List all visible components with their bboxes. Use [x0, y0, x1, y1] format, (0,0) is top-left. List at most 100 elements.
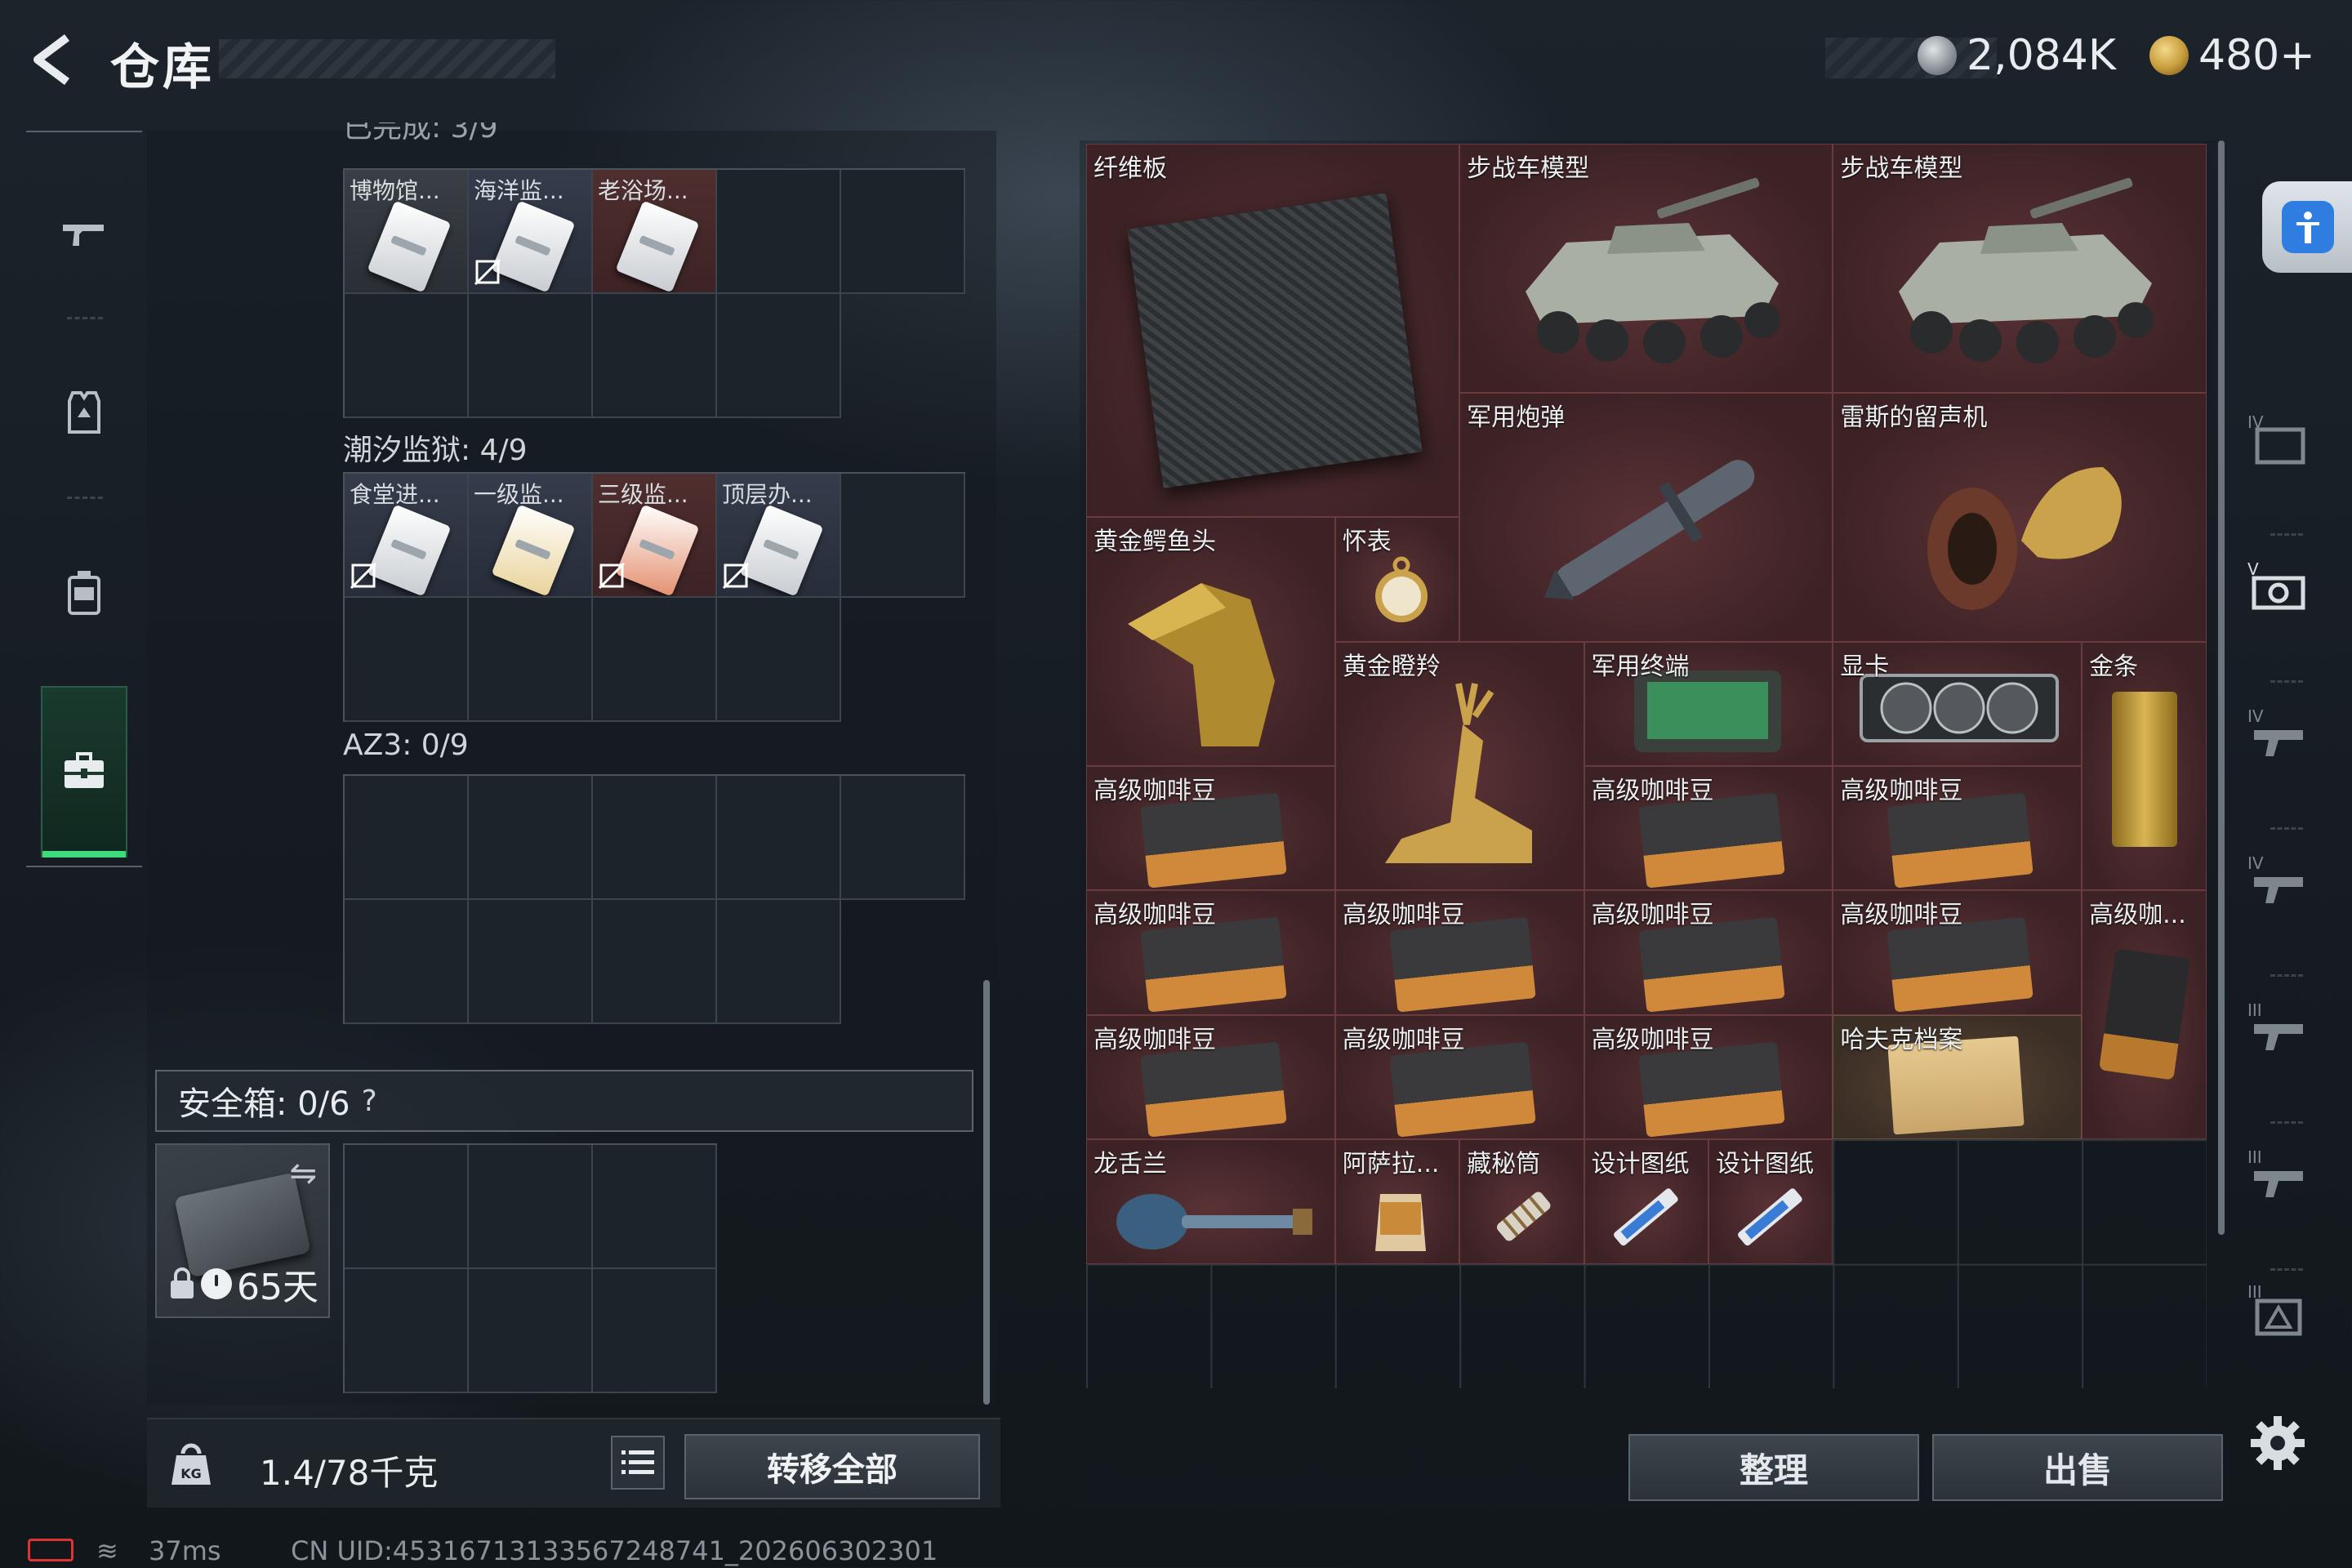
inventory-item[interactable]: 高级咖啡豆: [1334, 890, 1584, 1015]
safe-box-case[interactable]: ⇋ 65天: [155, 1143, 330, 1318]
inventory-item[interactable]: 步战车模型: [1459, 144, 1833, 393]
key-slot[interactable]: [593, 776, 717, 900]
inventory-item[interactable]: 高级咖啡豆: [1334, 1014, 1584, 1140]
inventory-item[interactable]: 军用炮弹: [1459, 392, 1833, 642]
inventory-item[interactable]: 高级咖...: [2082, 890, 2207, 1140]
inventory-item[interactable]: 龙舌兰: [1086, 1139, 1335, 1264]
key-slot[interactable]: [469, 776, 593, 900]
filter-tier-4-box[interactable]: IV: [2238, 380, 2319, 502]
key-slot[interactable]: 一级监...: [469, 474, 593, 598]
safe-slot[interactable]: [593, 1145, 717, 1269]
key-slot[interactable]: [345, 598, 469, 722]
inventory-scrollbar[interactable]: [2218, 140, 2225, 1235]
swap-icon[interactable]: ⇋: [289, 1155, 317, 1192]
inventory-item[interactable]: 高级咖啡豆: [1584, 765, 1833, 891]
armor-vest-icon: [68, 391, 100, 434]
key-slot[interactable]: [841, 170, 965, 294]
key-slot[interactable]: [841, 776, 965, 900]
key-name: 三级监...: [598, 481, 688, 508]
safe-slot[interactable]: [593, 1269, 717, 1393]
key-slot[interactable]: [593, 294, 717, 418]
inventory-item[interactable]: 显卡: [1833, 641, 2082, 766]
key-grid-section-2: 食堂进... 一级监... 三级监... 顶层办...: [343, 472, 965, 722]
sort-button[interactable]: 整理: [1628, 1434, 1919, 1501]
inventory-item[interactable]: 军用终端: [1584, 641, 1833, 766]
nav-armor[interactable]: [41, 351, 127, 474]
key-slot[interactable]: [469, 900, 593, 1024]
safe-slot[interactable]: [469, 1269, 593, 1393]
key-slot[interactable]: [717, 294, 841, 418]
inventory-item[interactable]: 高级咖啡豆: [1833, 890, 2082, 1015]
settings-gear-icon[interactable]: [2247, 1413, 2308, 1473]
inventory-item[interactable]: 阿萨拉...: [1334, 1139, 1460, 1264]
safe-slot[interactable]: [345, 1145, 469, 1269]
help-icon[interactable]: ?: [362, 1085, 377, 1118]
filter-tier-4-gun[interactable]: IV: [2238, 821, 2319, 943]
transfer-all-button[interactable]: 转移全部: [684, 1434, 980, 1499]
weight-kg-icon: KG: [172, 1443, 211, 1485]
key-slot[interactable]: [593, 598, 717, 722]
svg-text:III: III: [2247, 1282, 2262, 1302]
inventory-item[interactable]: 藏秘筒: [1459, 1139, 1584, 1264]
key-slot[interactable]: [469, 294, 593, 418]
inventory-item[interactable]: 怀表: [1334, 517, 1460, 642]
filter-tier-3-gun[interactable]: III: [2238, 968, 2319, 1090]
inventory-item[interactable]: 黄金瞪羚: [1334, 641, 1584, 891]
inventory-item[interactable]: 高级咖啡豆: [1584, 890, 1833, 1015]
blueprint-art: [1738, 1188, 1802, 1246]
key-slot[interactable]: 三级监...: [593, 474, 717, 598]
nav-backpack[interactable]: [41, 531, 127, 653]
key-slot[interactable]: [345, 294, 469, 418]
list-view-button[interactable]: [611, 1436, 665, 1490]
key-slot[interactable]: 顶层办...: [717, 474, 841, 598]
safe-slot[interactable]: [345, 1269, 469, 1393]
battery-icon: [28, 1539, 74, 1561]
inventory-item[interactable]: 金条: [2082, 641, 2207, 891]
key-slot[interactable]: [345, 900, 469, 1024]
key-slot[interactable]: [841, 474, 965, 598]
inventory-item[interactable]: 高级咖啡豆: [1584, 1014, 1833, 1140]
coffee-bag-art: [2099, 948, 2191, 1081]
inventory-item[interactable]: 黄金鳄鱼头: [1086, 517, 1335, 766]
item-name: 金条: [2089, 652, 2139, 681]
key-slot[interactable]: [593, 900, 717, 1024]
inventory-item[interactable]: 设计图纸: [1584, 1139, 1708, 1264]
filter-tier-5-camera[interactable]: V: [2238, 527, 2319, 649]
inventory-item[interactable]: 哈夫克档案: [1833, 1014, 2082, 1140]
back-arrow-icon[interactable]: [24, 31, 82, 88]
inventory-item[interactable]: 高级咖啡豆: [1086, 1014, 1335, 1140]
inventory-item[interactable]: 高级咖啡豆: [1833, 765, 2082, 891]
key-slot[interactable]: [717, 598, 841, 722]
currency-silver[interactable]: 2,084K: [1918, 31, 2116, 80]
stash-scrollbar[interactable]: [983, 980, 990, 1405]
key-slot[interactable]: [717, 900, 841, 1024]
sell-button[interactable]: 出售: [1932, 1434, 2223, 1501]
key-slot[interactable]: [717, 776, 841, 900]
nav-briefcase[interactable]: [41, 686, 127, 858]
key-slot[interactable]: 博物馆...: [345, 170, 469, 294]
key-slot[interactable]: 食堂进...: [345, 474, 469, 598]
tier-4-gun-icon: IV: [2247, 853, 2303, 903]
key-slot[interactable]: [717, 170, 841, 294]
safe-slot[interactable]: [469, 1145, 593, 1269]
currency-gold[interactable]: 480+: [2149, 31, 2315, 80]
key-slot[interactable]: 海洋监...: [469, 170, 593, 294]
filter-tier-4-gun[interactable]: IV: [2238, 674, 2319, 796]
nav-weapon[interactable]: [41, 172, 127, 294]
accessibility-button[interactable]: [2262, 181, 2352, 273]
key-grid-section-1: 博物馆... 海洋监... 老浴场...: [343, 168, 965, 418]
filter-tier-3-helmet[interactable]: III: [2238, 1262, 2319, 1360]
inventory-item[interactable]: 高级咖啡豆: [1086, 765, 1335, 891]
no-drop-icon: [722, 562, 750, 590]
inventory-item[interactable]: 高级咖啡豆: [1086, 890, 1335, 1015]
grid-gap: [841, 900, 965, 1024]
carbon-plate-art: [1127, 193, 1423, 488]
filter-tier-3-gun[interactable]: III: [2238, 1115, 2319, 1237]
inventory-item[interactable]: 设计图纸: [1708, 1139, 1833, 1264]
key-slot[interactable]: 老浴场...: [593, 170, 717, 294]
inventory-item[interactable]: 雷斯的留声机: [1833, 392, 2207, 642]
key-slot[interactable]: [469, 598, 593, 722]
inventory-item[interactable]: 步战车模型: [1833, 144, 2207, 393]
key-slot[interactable]: [345, 776, 469, 900]
inventory-item[interactable]: 纤维板: [1086, 144, 1460, 518]
